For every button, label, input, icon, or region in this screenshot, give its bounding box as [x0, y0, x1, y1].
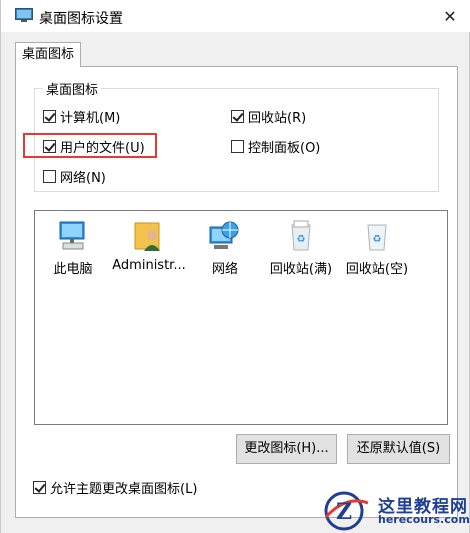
- checkbox-network-label: 网络(N): [60, 171, 106, 186]
- checkbox-allow-theme-label: 允许主题更改桌面图标(L): [50, 482, 198, 497]
- user-folder-icon: [134, 222, 160, 251]
- checkbox-computer-label: 计算机(M): [60, 111, 121, 126]
- watermark-logo-icon: Z: [324, 491, 369, 531]
- icon-item-this-pc[interactable]: 此电脑: [36, 219, 110, 277]
- watermark: Z 这里教程网 herecours.com: [320, 489, 470, 533]
- recycle-bin-empty-icon: ♻: [367, 224, 387, 251]
- checkbox-recycle-bin[interactable]: 回收站(R): [231, 107, 306, 126]
- icon-label-this-pc: 此电脑: [53, 262, 93, 277]
- icon-item-network[interactable]: 网络: [188, 219, 262, 277]
- checkbox-allow-theme-box[interactable]: [33, 481, 46, 494]
- recycle-bin-full-icon: ♻: [291, 220, 311, 251]
- change-icon-button[interactable]: 更改图标(H)...: [236, 434, 337, 464]
- group-legend: 桌面图标: [43, 79, 102, 98]
- checkbox-network[interactable]: 网络(N): [43, 167, 106, 186]
- title-bar: 桌面图标设置 ✕: [1, 0, 470, 32]
- checkbox-computer-box[interactable]: [43, 110, 56, 123]
- svg-text:♻: ♻: [297, 234, 306, 245]
- icon-item-recycle-bin-full[interactable]: ♻ 回收站(满): [264, 219, 338, 277]
- icon-label-user-folder: Administr...: [112, 258, 186, 273]
- checkbox-computer[interactable]: 计算机(M): [43, 107, 120, 126]
- checkbox-control-panel-label: 控制面板(O): [248, 141, 321, 156]
- icon-list[interactable]: 此电脑 Administr... 网络 ♻ 回收站(满) ♻ 回收站(空): [34, 210, 448, 425]
- checkbox-network-box[interactable]: [43, 170, 56, 183]
- checkbox-recycle-bin-label: 回收站(R): [248, 111, 307, 126]
- checkbox-recycle-bin-box[interactable]: [231, 110, 244, 123]
- window-title: 桌面图标设置: [39, 11, 123, 27]
- desktop-settings-icon: [15, 8, 33, 23]
- dialog-window: 桌面图标设置 ✕ 桌面图标 桌面图标 计算机(M) 回收站(R) 用户的文件(U…: [0, 0, 470, 533]
- icon-item-user-folder[interactable]: Administr...: [112, 219, 186, 273]
- icon-item-recycle-bin-empty[interactable]: ♻ 回收站(空): [340, 219, 414, 277]
- close-button[interactable]: ✕: [429, 0, 470, 32]
- restore-default-button[interactable]: 还原默认值(S): [347, 434, 450, 464]
- computer-icon: [59, 221, 85, 250]
- checkbox-allow-theme[interactable]: 允许主题更改桌面图标(L): [33, 478, 197, 497]
- icon-label-network: 网络: [211, 262, 238, 277]
- svg-text:Z: Z: [336, 499, 352, 525]
- icon-label-recycle-bin-full: 回收站(满): [269, 262, 333, 277]
- checkbox-control-panel[interactable]: 控制面板(O): [231, 137, 320, 156]
- icon-label-recycle-bin-empty: 回收站(空): [345, 262, 409, 277]
- highlight-annotation: [23, 133, 157, 158]
- network-icon: [209, 221, 239, 249]
- watermark-url: herecours.com: [378, 513, 470, 526]
- svg-text:♻: ♻: [373, 234, 382, 245]
- tab-desktop-icons[interactable]: 桌面图标: [15, 42, 81, 67]
- checkbox-control-panel-box[interactable]: [231, 140, 244, 153]
